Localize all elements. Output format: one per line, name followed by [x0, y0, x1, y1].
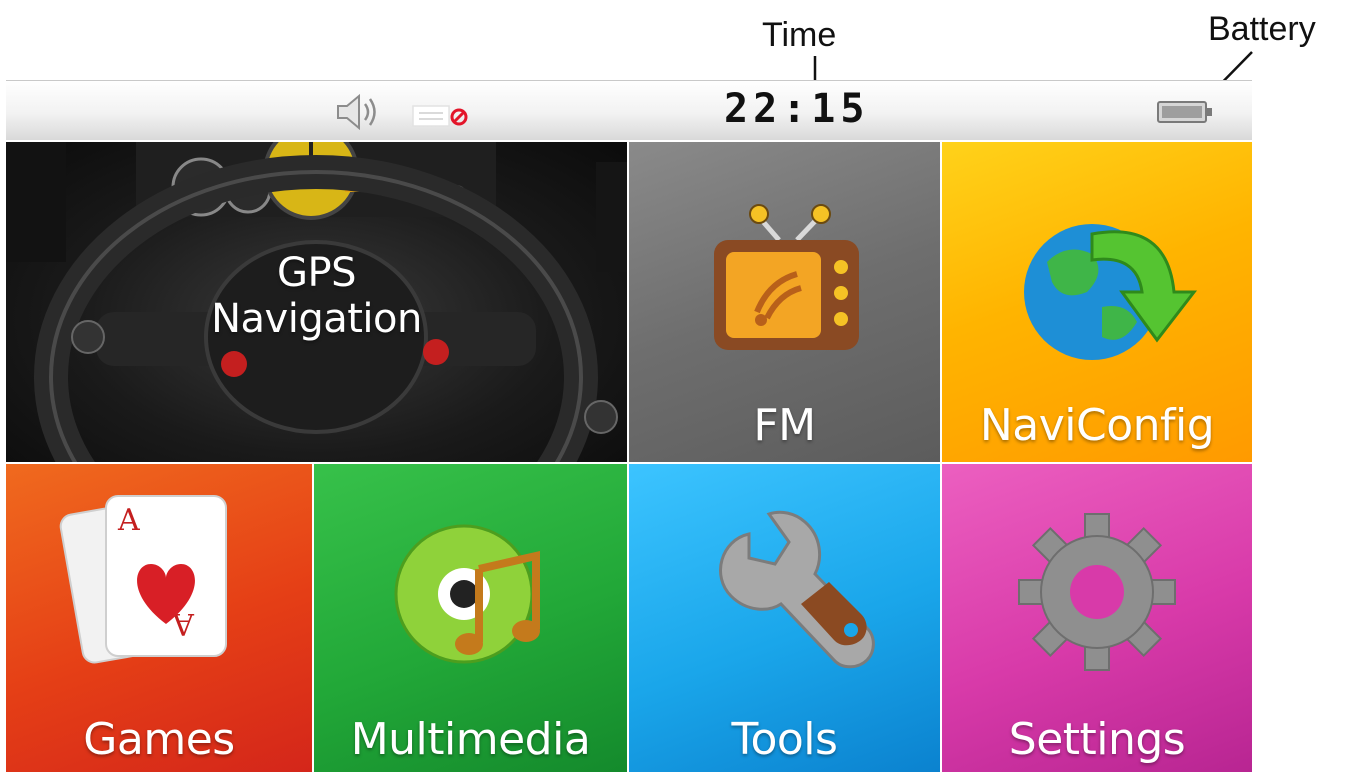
multimedia-label: Multimedia — [350, 714, 591, 765]
multimedia-tile[interactable]: Multimedia — [314, 464, 627, 772]
playing-cards-icon: A A — [59, 495, 227, 664]
svg-text:A: A — [117, 503, 140, 538]
tv-radio-icon — [714, 204, 859, 350]
globe-arrow-icon — [1024, 224, 1198, 360]
gps-navigation-label: GPS Navigation — [6, 250, 627, 342]
status-bar: 22:15 — [6, 80, 1252, 140]
tools-tile[interactable]: Tools — [629, 464, 940, 772]
wrench-icon — [719, 510, 875, 669]
settings-label: Settings — [1008, 714, 1186, 765]
time-callout-label: Time — [762, 16, 837, 54]
naviconfig-label: NaviConfig — [979, 400, 1215, 451]
gear-icon — [1018, 513, 1176, 671]
message-muted-icon[interactable] — [411, 101, 473, 131]
games-tile[interactable]: A A Games — [6, 464, 312, 772]
battery-callout-label: Battery — [1208, 10, 1316, 48]
device-screen: 22:15 GPS Navigation FM NaviConfig A A G… — [6, 80, 1252, 772]
fm-tile[interactable]: FM — [629, 142, 940, 462]
battery-icon — [1157, 101, 1212, 123]
tools-label: Tools — [731, 714, 838, 765]
naviconfig-tile[interactable]: NaviConfig — [942, 142, 1252, 462]
speaker-icon[interactable] — [332, 91, 382, 133]
clock-display: 22:15 — [724, 86, 870, 132]
fm-label: FM — [753, 400, 816, 451]
music-disc-icon — [394, 524, 540, 664]
games-label: Games — [83, 714, 235, 765]
gps-label-line1: GPS — [276, 250, 357, 296]
settings-tile[interactable]: Settings — [942, 464, 1252, 772]
gps-navigation-tile[interactable]: GPS Navigation — [6, 142, 627, 462]
gps-label-line2: Navigation — [211, 296, 422, 342]
